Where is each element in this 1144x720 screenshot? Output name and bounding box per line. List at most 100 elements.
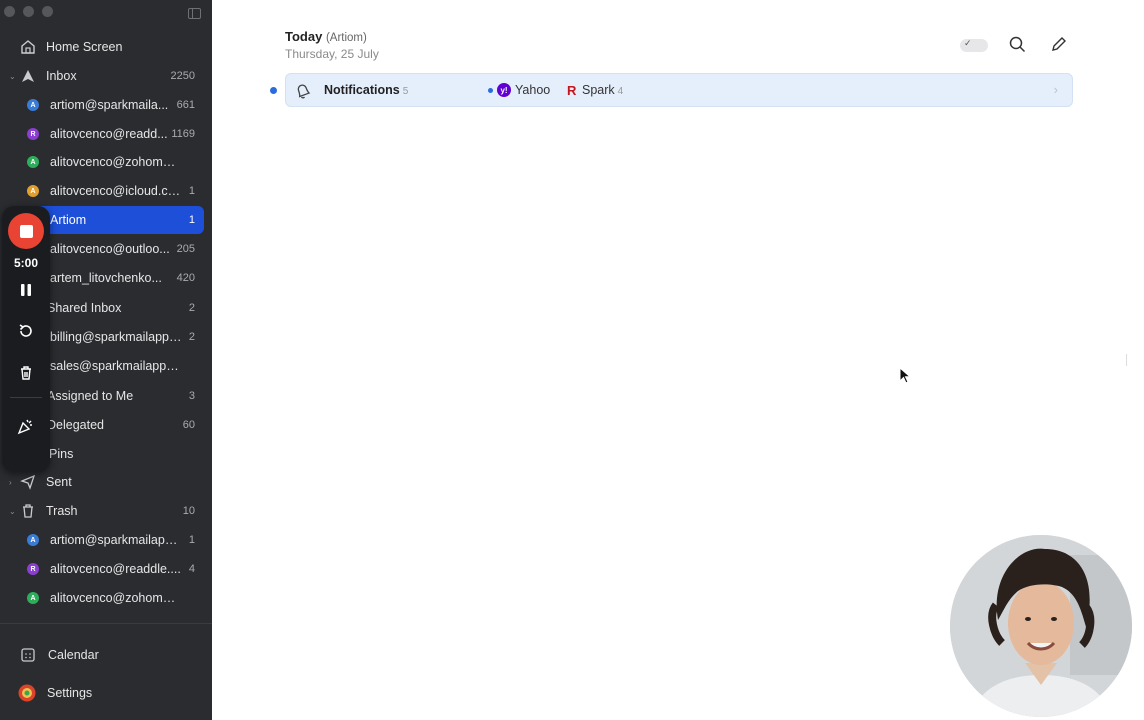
- sidebar-account-item[interactable]: A artiom@sparkmaila... 661: [0, 91, 212, 119]
- unread-count: 3: [188, 390, 195, 402]
- account-avatar: R: [27, 128, 39, 140]
- confetti-icon: [17, 419, 32, 435]
- search-icon[interactable]: [1009, 36, 1026, 53]
- sidebar-item-sent[interactable]: › Sent: [0, 468, 212, 496]
- notifications-title: Notifications: [324, 83, 400, 97]
- sidebar-account-item[interactable]: R alitovcenco@readdle.... 4: [0, 555, 212, 583]
- home-icon: [21, 40, 35, 54]
- calendar-icon: [21, 648, 35, 662]
- spark-icon: R: [567, 83, 577, 98]
- sidebar-item-label: Assigned to Me: [47, 389, 134, 403]
- close-window-button[interactable]: [4, 6, 15, 17]
- account-avatar: A: [27, 156, 39, 168]
- trash-icon: [23, 504, 33, 518]
- stop-recording-button[interactable]: [8, 213, 44, 249]
- unread-count: 1: [188, 214, 195, 226]
- sender-yahoo: Yahoo: [515, 83, 551, 97]
- trash-icon: [21, 366, 31, 380]
- sidebar-item-label: Delegated: [47, 418, 104, 432]
- sidebar-account-item[interactable]: A artiom@sparkmailapp.... 1: [0, 526, 212, 554]
- sidebar-item-inbox[interactable]: ⌄ Inbox 2250: [0, 62, 212, 90]
- toolbar-divider: [10, 397, 42, 398]
- minimize-window-button[interactable]: [23, 6, 34, 17]
- bell-icon: [297, 84, 311, 99]
- unread-count: 420: [176, 272, 195, 284]
- account-avatar: A: [27, 592, 39, 604]
- sidebar-account-item[interactable]: A alitovcenco@icloud.com 1: [0, 177, 212, 205]
- unread-count: 60: [182, 419, 195, 431]
- sidebar-item-label: artem_litovchenko...: [50, 271, 162, 285]
- sidebar-item-label: alitovcenco@outloo...: [50, 242, 170, 256]
- unread-count: 1: [188, 185, 195, 197]
- unread-count: 1169: [171, 128, 195, 140]
- sidebar-item-label: Settings: [47, 686, 93, 700]
- inbox-icon: [22, 70, 34, 82]
- account-avatar: A: [27, 534, 39, 546]
- effects-button[interactable]: [14, 414, 38, 438]
- sidebar-item-label: alitovcenco@icloud.com: [50, 184, 182, 198]
- chevron-down-icon[interactable]: ⌄: [9, 507, 16, 516]
- chevron-down-icon[interactable]: ⌄: [9, 72, 16, 81]
- presenter-face-image: [950, 535, 1132, 717]
- sidebar-item-label: artiom@sparkmaila...: [50, 98, 169, 112]
- title-text: Today: [285, 29, 323, 44]
- sender-spark: Spark 4: [582, 83, 623, 97]
- unread-count: 2250: [170, 70, 195, 82]
- sidebar-item-label: Sent: [46, 475, 72, 489]
- restart-button[interactable]: [14, 319, 38, 343]
- sidebar-item-label: Calendar: [48, 648, 99, 662]
- page-date: Thursday, 25 July: [285, 47, 379, 61]
- done-toggle[interactable]: [960, 38, 988, 52]
- account-avatar: R: [27, 563, 39, 575]
- notifications-count: 5: [402, 86, 409, 97]
- notifications-label: Notifications 5: [324, 83, 408, 97]
- page-title: Today (Artiom): [285, 29, 367, 44]
- mouse-cursor-icon: [899, 367, 911, 384]
- sidebar-item-label: Inbox: [46, 69, 77, 83]
- unread-count: 4: [188, 563, 195, 575]
- account-avatar: A: [27, 185, 39, 197]
- compose-icon[interactable]: [1050, 36, 1067, 53]
- sidebar-account-item[interactable]: A alitovcenco@zohomail....: [0, 148, 212, 176]
- sidebar-account-item[interactable]: A alitovcenco@zohomail....: [0, 584, 212, 612]
- unread-count: 10: [182, 505, 195, 517]
- sidebar-item-settings[interactable]: Settings: [0, 679, 212, 707]
- sidebar-item-label: sales@sparkmailapp.co...: [50, 359, 182, 373]
- unread-count: 1: [188, 534, 195, 546]
- sidebar-item-label: Pins: [49, 447, 74, 461]
- sidebar-item-trash[interactable]: ⌄ Trash 10: [0, 497, 212, 525]
- recording-timer: 5:00: [13, 256, 39, 270]
- pause-button[interactable]: [14, 278, 38, 302]
- unread-count: 205: [176, 243, 195, 255]
- unread-dot: [270, 87, 277, 94]
- sidebar-item-label: alitovcenco@readdle....: [50, 562, 181, 576]
- unread-count: 2: [188, 331, 195, 343]
- sidebar-item-label: Trash: [46, 504, 78, 518]
- screen-recorder-toolbar: 5:00: [2, 206, 50, 472]
- zoom-window-button[interactable]: [42, 6, 53, 17]
- restart-icon: [19, 324, 32, 337]
- account-avatar: A: [27, 99, 39, 111]
- sender-unread-dot: [488, 88, 493, 93]
- sidebar-item-calendar[interactable]: Calendar: [0, 641, 212, 669]
- sidebar-item-label: alitovcenco@zohomail....: [50, 155, 182, 169]
- sidebar-item-home[interactable]: Home Screen: [0, 33, 212, 61]
- sidebar-divider: [0, 623, 212, 624]
- webcam-overlay[interactable]: [950, 535, 1132, 717]
- unread-count: 2: [188, 302, 195, 314]
- sidebar-item-label: Home Screen: [46, 40, 123, 54]
- settings-avatar-icon: [18, 684, 36, 702]
- sidebar-toggle-icon[interactable]: [188, 8, 201, 19]
- sidebar-item-label: Shared Inbox: [47, 301, 122, 315]
- notifications-row[interactable]: Notifications 5 y! Yahoo R Spark 4 ›: [285, 73, 1073, 107]
- chevron-right-icon[interactable]: ›: [9, 478, 12, 487]
- panel-resize-handle[interactable]: [1126, 354, 1130, 366]
- delete-recording-button[interactable]: [14, 361, 38, 385]
- sidebar-item-label: billing@sparkmailapp....: [50, 330, 182, 344]
- sidebar-account-item[interactable]: R alitovcenco@readd... 1169: [0, 120, 212, 148]
- chevron-right-icon: ›: [1053, 82, 1058, 97]
- sidebar-item-label: alitovcenco@readd...: [50, 127, 168, 141]
- sender-spark-count: 4: [617, 86, 624, 97]
- sidebar-item-label: artiom@sparkmailapp....: [50, 533, 182, 547]
- send-icon: [20, 474, 36, 490]
